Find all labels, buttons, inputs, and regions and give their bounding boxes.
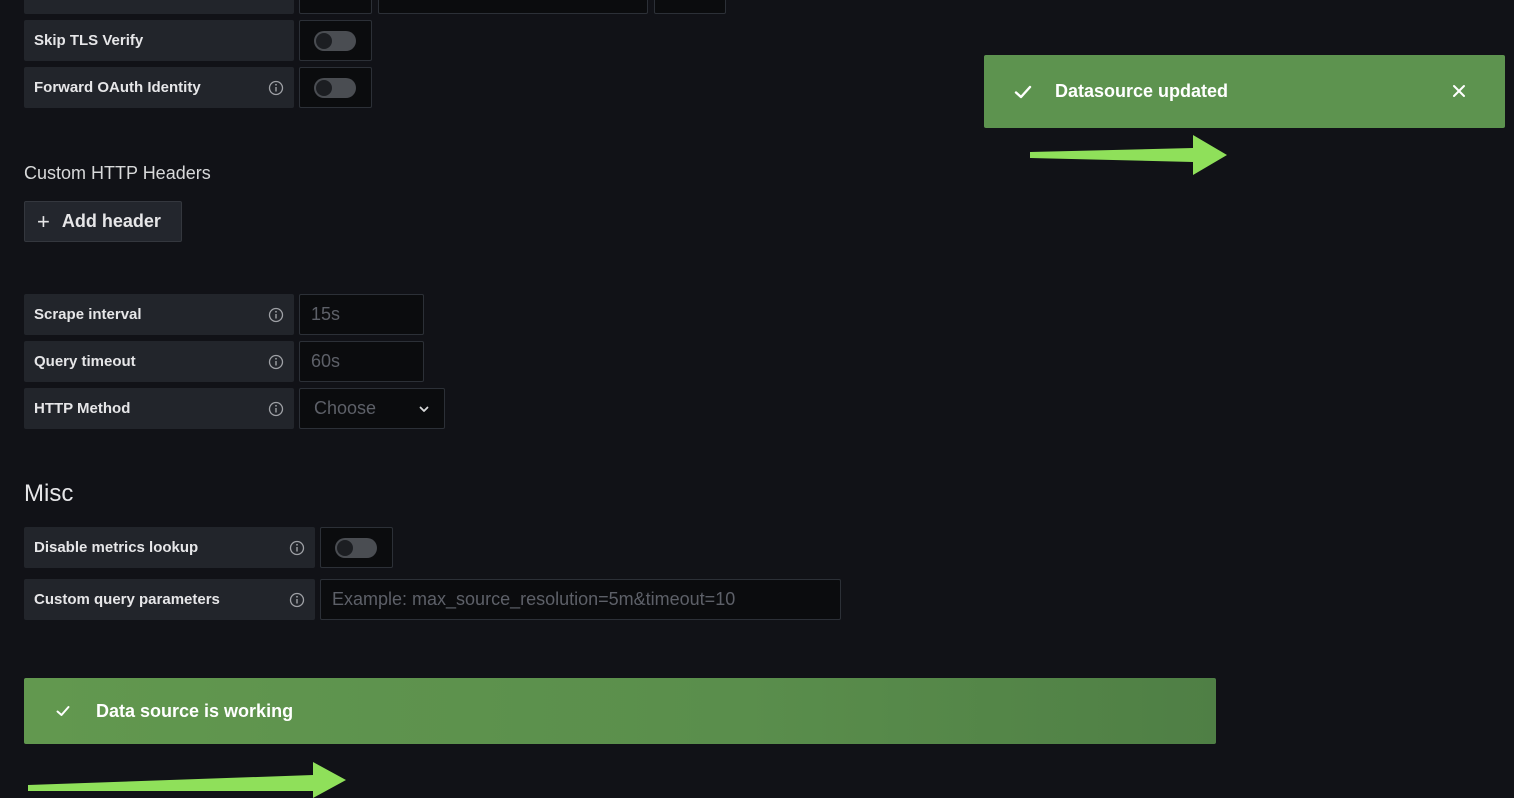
scrape-interval-placeholder: 15s bbox=[311, 304, 341, 324]
toast-message: Datasource updated bbox=[1055, 81, 1229, 101]
http-method-select[interactable]: Choose bbox=[299, 388, 445, 429]
toast-notification: Datasource updated bbox=[984, 55, 1505, 128]
disable-metrics-label-text: Disable metrics lookup bbox=[34, 539, 199, 556]
skip-tls-toggle-box bbox=[299, 20, 372, 61]
annotation-arrow-alert bbox=[28, 762, 346, 798]
disable-metrics-toggle-box bbox=[320, 527, 393, 568]
forward-oauth-toggle-box bbox=[299, 67, 372, 108]
skip-tls-label: Skip TLS Verify bbox=[24, 20, 294, 61]
custom-headers-heading: Custom HTTP Headers bbox=[24, 163, 211, 183]
add-header-button-label: Add header bbox=[61, 211, 161, 231]
query-timeout-input[interactable]: 60s bbox=[299, 341, 424, 382]
info-icon[interactable] bbox=[268, 80, 284, 96]
info-icon[interactable] bbox=[289, 592, 305, 608]
check-icon bbox=[1014, 85, 1032, 98]
info-icon[interactable] bbox=[289, 540, 305, 556]
custom-query-placeholder: Example: max_source_resolution=5m&timeou… bbox=[332, 589, 736, 609]
custom-query-label: Custom query parameters bbox=[24, 579, 315, 620]
status-alert-message: Data source is working bbox=[96, 700, 294, 721]
close-icon[interactable] bbox=[1452, 84, 1466, 98]
check-icon bbox=[56, 706, 70, 716]
scrape-interval-input[interactable]: 15s bbox=[299, 294, 424, 335]
chevron-down-icon bbox=[419, 406, 429, 412]
clipped-label-cell bbox=[24, 0, 294, 14]
info-icon[interactable] bbox=[268, 307, 284, 323]
http-method-label: HTTP Method bbox=[24, 388, 294, 429]
query-timeout-label: Query timeout bbox=[24, 341, 294, 382]
forward-oauth-label-text: Forward OAuth Identity bbox=[34, 79, 201, 96]
scrape-interval-label-text: Scrape interval bbox=[34, 306, 142, 323]
misc-heading: Misc bbox=[24, 480, 74, 507]
forward-oauth-label: Forward OAuth Identity bbox=[24, 67, 294, 108]
plus-icon: + bbox=[37, 208, 50, 234]
disable-metrics-toggle[interactable] bbox=[335, 537, 377, 558]
query-timeout-label-text: Query timeout bbox=[34, 353, 136, 370]
custom-query-input[interactable]: Example: max_source_resolution=5m&timeou… bbox=[320, 579, 841, 620]
forward-oauth-toggle[interactable] bbox=[314, 77, 356, 98]
disable-metrics-label: Disable metrics lookup bbox=[24, 527, 315, 568]
scrape-interval-label: Scrape interval bbox=[24, 294, 294, 335]
http-method-label-text: HTTP Method bbox=[34, 400, 131, 417]
info-icon[interactable] bbox=[268, 354, 284, 370]
annotation-arrow-toast bbox=[1030, 135, 1227, 175]
clipped-toggle-box-2[interactable] bbox=[654, 0, 726, 14]
custom-query-label-text: Custom query parameters bbox=[34, 591, 220, 608]
clipped-toggle-box[interactable] bbox=[299, 0, 372, 14]
status-alert: Data source is working bbox=[24, 678, 1216, 744]
http-method-select-value: Choose bbox=[314, 398, 377, 418]
add-header-button[interactable]: + Add header bbox=[24, 201, 182, 242]
info-icon[interactable] bbox=[268, 401, 284, 417]
query-timeout-placeholder: 60s bbox=[311, 351, 341, 371]
clipped-input[interactable] bbox=[378, 0, 648, 14]
skip-tls-label-text: Skip TLS Verify bbox=[34, 32, 144, 49]
skip-tls-toggle[interactable] bbox=[314, 30, 356, 51]
